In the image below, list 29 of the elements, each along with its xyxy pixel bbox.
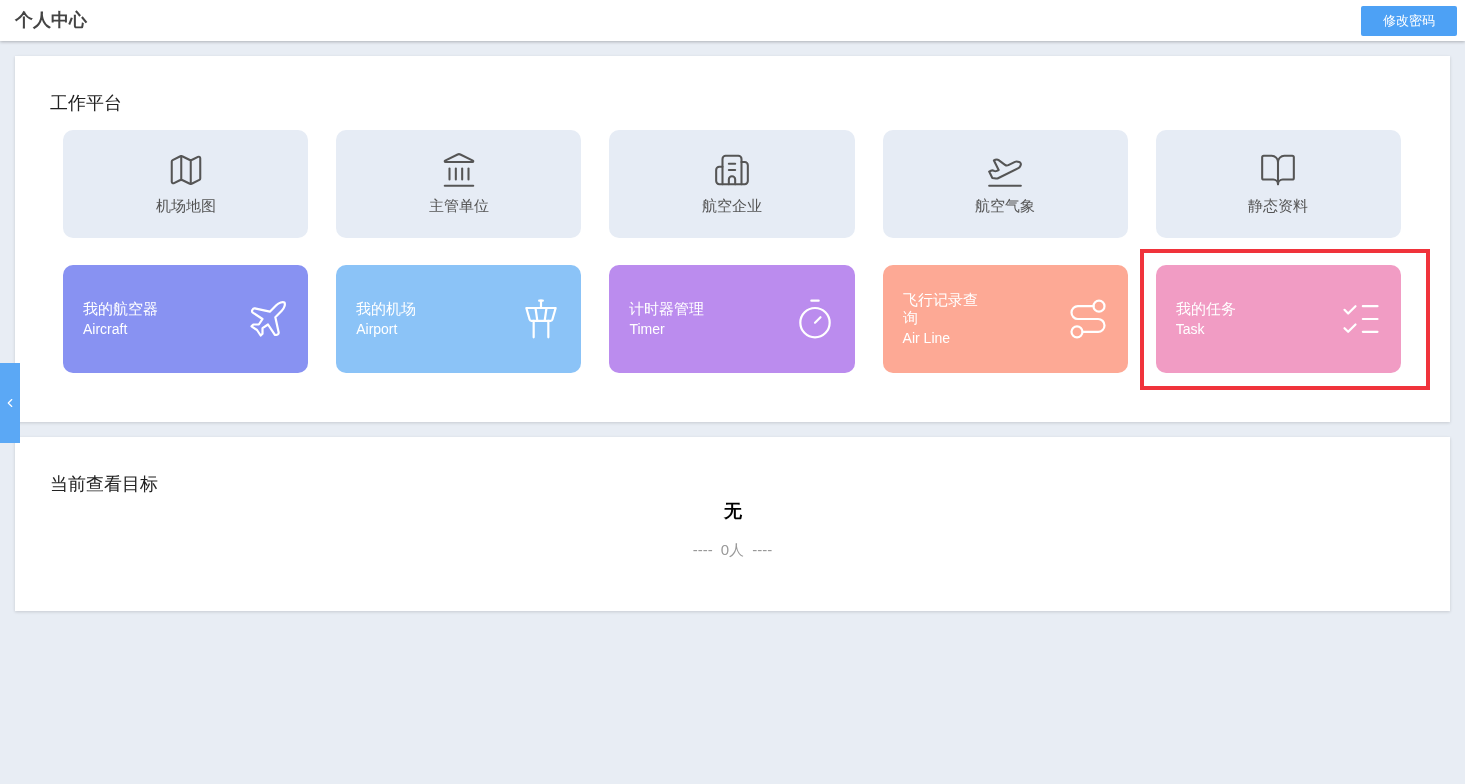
collapse-tab[interactable] bbox=[0, 363, 20, 443]
shortcut-tile[interactable]: 计时器管理 Timer bbox=[609, 265, 855, 373]
shortcut-tile[interactable]: 飞行记录查询 Air Line bbox=[882, 265, 1128, 373]
person-count: 0人 bbox=[720, 540, 745, 560]
shortcut-label: 我的任务 bbox=[1175, 300, 1237, 318]
platform-tile[interactable]: 航空气象 bbox=[882, 130, 1128, 238]
section-title: 工作平台 bbox=[50, 92, 123, 115]
shortcut-tile[interactable]: 我的机场 Airport bbox=[336, 265, 582, 373]
shortcut-label: 飞行记录查询 bbox=[902, 291, 979, 327]
shortcut-tile[interactable]: 我的任务 Task bbox=[1155, 265, 1401, 373]
shortcut-english-label: Aircraft bbox=[83, 320, 129, 338]
shortcut-label: 我的航空器 bbox=[83, 300, 159, 318]
change-password-button[interactable]: 修改密码 bbox=[1361, 5, 1457, 36]
target-name: 无 bbox=[723, 500, 742, 523]
shortcut-english-label: Task bbox=[1175, 320, 1206, 338]
shortcut-english-label: Air Line bbox=[902, 329, 952, 347]
platform-tile[interactable]: 机场地图 bbox=[63, 130, 309, 238]
shortcut-tile[interactable]: 我的航空器 Aircraft bbox=[63, 265, 309, 373]
platform-tile[interactable]: 静态资料 bbox=[1155, 130, 1401, 238]
shortcut-label: 计时器管理 bbox=[629, 300, 706, 318]
platform-tile[interactable]: 主管单位 bbox=[336, 130, 582, 238]
page-title: 个人中心 bbox=[15, 9, 87, 32]
platform-tile[interactable]: 航空企业 bbox=[609, 130, 855, 238]
shortcut-label: 我的机场 bbox=[356, 300, 418, 318]
dash-divider: ---- bbox=[692, 540, 713, 560]
section-title: 当前查看目标 bbox=[50, 473, 159, 496]
shortcut-english-label: Timer bbox=[629, 320, 666, 338]
dash-divider: ---- bbox=[752, 540, 773, 560]
shortcut-english-label: Airport bbox=[356, 320, 399, 338]
